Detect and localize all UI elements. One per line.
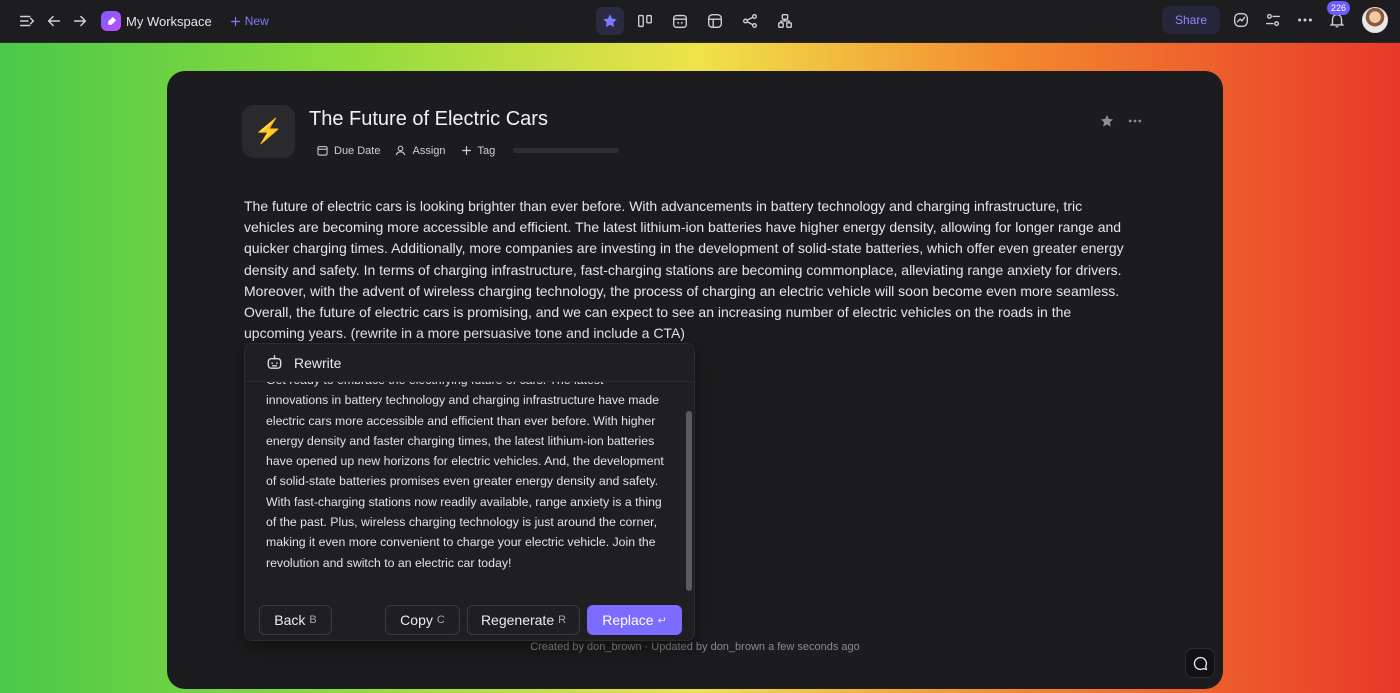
collapse-sidebar-icon[interactable] <box>14 8 40 34</box>
rewrite-actions: Back B Copy C Regenerate R Replace ↵ <box>259 605 684 635</box>
page-title[interactable]: The Future of Electric Cars <box>309 108 548 131</box>
workspace-name[interactable]: My Workspace <box>126 14 212 29</box>
plus-icon <box>461 146 471 155</box>
share-button[interactable]: Share <box>1161 6 1220 34</box>
share-graph-icon[interactable] <box>736 7 764 35</box>
robot-icon <box>267 355 282 369</box>
back-button-label: Back <box>274 612 306 628</box>
due-date-label: Due Date <box>334 144 381 157</box>
table-view-icon[interactable] <box>701 7 729 35</box>
notification-badge: 226 <box>1327 1 1351 15</box>
favorite-star-icon[interactable] <box>1099 113 1115 129</box>
settings-sliders-icon[interactable] <box>1260 7 1286 33</box>
workspace-logo-icon[interactable] <box>101 11 121 31</box>
document-icon[interactable]: ⚡ <box>242 105 295 158</box>
assign-button[interactable]: Assign <box>394 144 446 157</box>
back-shortcut: B <box>309 614 317 626</box>
enter-key-icon: ↵ <box>657 614 667 627</box>
board-view-icon[interactable] <box>631 7 659 35</box>
new-button-label: New <box>244 14 269 28</box>
document-footer-meta: Created by don_brown · Updated by don_br… <box>530 641 860 653</box>
view-switcher <box>596 7 799 35</box>
activity-icon[interactable] <box>1228 7 1254 33</box>
chat-button[interactable] <box>1185 648 1215 678</box>
tag-label: Tag <box>477 144 496 157</box>
top-bar: My Workspace New Share 226 <box>0 0 1400 43</box>
rewrite-title: Rewrite <box>294 354 342 371</box>
copy-button-label: Copy <box>400 612 433 628</box>
copy-shortcut: C <box>436 614 445 626</box>
progress-bar <box>513 148 620 153</box>
back-arrow-icon[interactable] <box>41 8 67 34</box>
hierarchy-view-icon[interactable] <box>771 7 799 35</box>
top-bar-right: Share 226 <box>1161 1 1388 34</box>
forward-arrow-icon[interactable] <box>67 8 93 34</box>
replace-button[interactable]: Replace ↵ <box>587 605 682 635</box>
rewrite-scroll-area[interactable]: Get ready to embrace the electrifying fu… <box>245 382 696 594</box>
calendar-icon <box>317 146 328 156</box>
more-options-icon[interactable] <box>1127 113 1143 129</box>
document-body-text[interactable]: The future of electric cars is looking b… <box>244 196 1124 344</box>
card-actions <box>1099 113 1143 129</box>
chat-bubble-icon <box>1193 656 1207 670</box>
due-date-button[interactable]: Due Date <box>316 144 380 157</box>
copy-button[interactable]: Copy C <box>385 605 460 635</box>
user-avatar[interactable] <box>1362 7 1388 33</box>
top-bar-left: My Workspace New <box>0 8 269 34</box>
plus-icon <box>230 16 240 26</box>
assign-label: Assign <box>412 144 446 157</box>
regenerate-shortcut: R <box>558 614 567 626</box>
rewrite-result-text[interactable]: Get ready to embrace the electrifying fu… <box>266 382 666 573</box>
scrollbar-thumb[interactable] <box>686 411 692 591</box>
regenerate-button-label: Regenerate <box>480 612 555 628</box>
more-options-icon[interactable] <box>1292 7 1318 33</box>
regenerate-button[interactable]: Regenerate R <box>467 605 580 635</box>
rewrite-popup: Rewrite Get ready to embrace the electri… <box>244 343 695 641</box>
back-button[interactable]: Back B <box>259 605 332 635</box>
new-button[interactable]: New <box>229 14 269 28</box>
person-icon <box>396 145 406 156</box>
document-meta-row: Due Date Assign Tag <box>316 144 620 157</box>
star-icon[interactable] <box>596 7 624 35</box>
replace-button-label: Replace <box>602 612 654 628</box>
notifications-icon[interactable]: 226 <box>1324 1 1351 33</box>
calendar-view-icon[interactable] <box>666 7 694 35</box>
rewrite-header: Rewrite <box>245 344 694 382</box>
tag-button[interactable]: Tag <box>460 144 496 157</box>
